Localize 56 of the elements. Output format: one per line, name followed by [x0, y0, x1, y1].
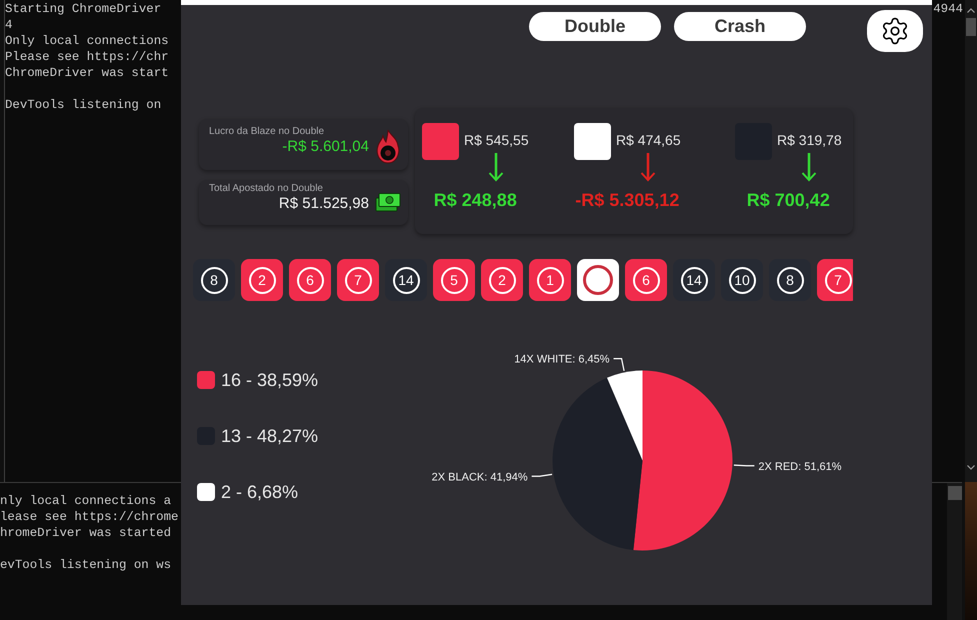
leader-line: [532, 474, 552, 477]
scrollbar[interactable]: [965, 0, 977, 482]
terminal-line: Please see https://chr: [5, 49, 169, 65]
roll-number: 8: [776, 266, 804, 294]
legend-label: 2 - 6,68%: [221, 483, 298, 501]
roll-number: 7: [344, 266, 372, 294]
terminal-line: Only local connections: [5, 33, 169, 49]
roll-number: 8: [200, 266, 228, 294]
scrollbar-thumb[interactable]: [966, 18, 976, 36]
card-value: -R$ 5.601,04: [282, 138, 369, 156]
roll-number: 6: [632, 266, 660, 294]
mode-button[interactable]: Double: [529, 12, 661, 41]
ring-icon: [583, 265, 613, 295]
terminal-line: hromeDriver was started: [0, 525, 172, 541]
bet-amount: R$ 474,65: [616, 132, 681, 148]
scrollbar-thumb[interactable]: [948, 486, 962, 500]
roll-number: 10: [728, 266, 756, 294]
slice-label: 2X RED: 51,61%: [758, 460, 842, 473]
chevron-up-icon[interactable]: [967, 8, 975, 13]
leader-line: [734, 464, 754, 466]
roll-number: 5: [440, 266, 468, 294]
roll-number: 1: [536, 266, 564, 294]
settings-icon: [880, 16, 910, 46]
settings-button[interactable]: [867, 10, 923, 52]
scrollbar[interactable]: [947, 483, 962, 620]
terminal-line: evTools listening on ws: [0, 557, 172, 573]
card-value: R$ 51.525,98: [278, 195, 369, 213]
legend-label: 16 - 38,59%: [221, 371, 318, 389]
legend-label: 13 - 48,27%: [221, 427, 318, 445]
mode-button[interactable]: Crash: [674, 12, 806, 41]
terminal-line: Starting ChromeDriver: [5, 1, 162, 17]
terminal-line: 4: [5, 17, 12, 33]
terminal-text: 4944: [933, 1, 963, 17]
flame-icon: [375, 128, 401, 164]
result-amount: R$ 700,42: [746, 191, 830, 209]
roll-number: 14: [680, 266, 708, 294]
card-label: Lucro da Blaze no Double: [209, 126, 326, 138]
terminal-line: lease see https://chrome: [0, 509, 178, 525]
roll-number: 7: [824, 266, 852, 294]
roll-number: 2: [488, 266, 516, 294]
slice-label: 2X BLACK: 41,94%: [432, 471, 528, 484]
card-label: Total Apostado no Double: [209, 183, 324, 195]
terminal-line: DevTools listening on: [5, 97, 162, 113]
result-amount: R$ 248,88: [434, 191, 517, 209]
terminal-line: nly local connections a: [0, 493, 172, 509]
roll-number: 2: [248, 266, 276, 294]
bet-amount: R$ 545,55: [464, 132, 529, 148]
roll-number: 6: [296, 266, 324, 294]
result-amount: -R$ 5.305,12: [575, 191, 680, 209]
chevron-down-icon[interactable]: [967, 465, 975, 470]
slice-label: 14X WHITE: 6,45%: [514, 354, 610, 366]
roll-number: 14: [392, 266, 420, 294]
bet-amount: R$ 319,78: [777, 132, 842, 148]
leader-line: [614, 358, 625, 371]
terminal-line: ChromeDriver was start: [5, 65, 169, 81]
cash-icon: [375, 192, 401, 212]
